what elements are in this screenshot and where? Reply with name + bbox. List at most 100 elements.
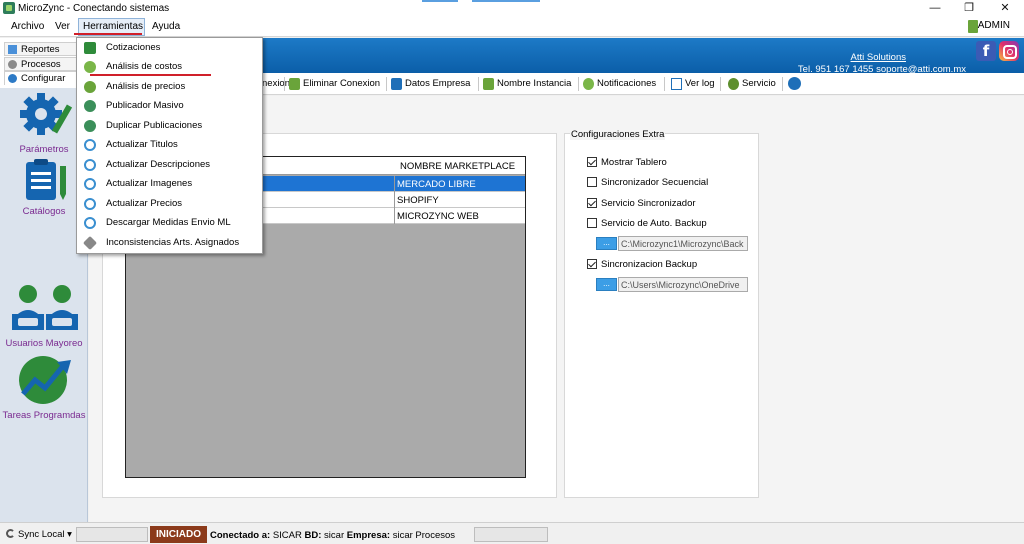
company-data-button[interactable]: Datos Empresa [391,76,470,92]
status-db-label: BD: [304,530,322,541]
delete-connection-button[interactable]: Eliminar Conexion [289,76,380,92]
menu-item-actualizar-titulos[interactable]: Actualizar Titulos [78,135,262,154]
table-cell: MICROZYNC WEB [397,211,479,222]
cost-analysis-icon [84,61,96,73]
notifications-button[interactable]: Notificaciones [583,76,656,92]
bell-icon [583,78,594,90]
service-button[interactable]: Servicio [728,76,776,92]
checkbox-sincronizacion-backup[interactable]: Sincronizacion Backup [587,259,697,270]
checkbox-sincronizador-secuencial[interactable]: Sincronizador Secuencial [587,177,708,188]
button-label: Nombre Instancia [497,78,572,89]
quote-icon [84,42,96,54]
menu-item-duplicar-publicaciones[interactable]: Duplicar Publicaciones [78,116,262,135]
toolbar-separator [782,77,783,91]
checkbox-box[interactable] [587,218,597,228]
menu-item-underline-mark [90,74,211,76]
close-button[interactable]: ✕ [988,0,1022,17]
tab-configurar[interactable]: Configurar [4,71,84,85]
menu-item-actualizar-imagenes[interactable]: Actualizar Imagenes [78,174,262,193]
checkbox-box[interactable] [587,259,597,269]
instance-icon [483,78,494,90]
toolbar-separator [478,77,479,91]
menu-item-publicador-masivo[interactable]: Publicador Masivo [78,96,262,115]
title-accent [472,0,540,2]
sync-backup-path-field[interactable]: C:\Users\Microzync\OneDrive [618,277,748,292]
trend-icon[interactable] [17,354,73,406]
menu-item-label: Descargar Medidas Envio ML [106,217,231,228]
checkbox-box[interactable] [587,177,597,187]
menu-item-cotizaciones[interactable]: Cotizaciones [78,38,262,57]
company-link[interactable]: Atti Solutions [851,52,906,63]
panel-parametros[interactable]: Parámetros [0,144,88,155]
browse-button[interactable]: ... [596,278,617,291]
button-label: Datos Empresa [405,78,471,89]
help-button[interactable] [788,76,801,92]
toolbar-separator [578,77,579,91]
toolbar-separator [664,77,665,91]
status-process: Procesos [415,530,456,541]
checkbox-label: Servicio Sincronizador [601,198,696,209]
menu-item-actualizar-descripciones[interactable]: Actualizar Descripciones [78,155,262,174]
left-tabs: Reportes Procesos Configurar [0,38,88,88]
refresh-icon [84,198,96,210]
view-log-button[interactable]: Ver log [671,76,715,92]
menu-item-label: Duplicar Publicaciones [106,120,203,131]
menu-item-label: Actualizar Descripciones [106,159,211,170]
title-bar: MicroZync - Conectando sistemas — ❐ ✕ [0,0,1024,17]
menu-item-inconsistencias[interactable]: Inconsistencias Arts. Asignados [78,233,262,252]
gear-icon[interactable] [17,90,73,142]
checkbox-label: Sincronizador Secuencial [601,177,709,188]
menu-item-label: Actualizar Titulos [106,139,178,150]
tab-procesos[interactable]: Procesos [4,57,80,71]
restore-button[interactable]: ❐ [952,0,986,17]
globe-icon [84,120,96,132]
menu-herramientas[interactable]: Herramientas [83,21,143,32]
checkbox-servicio-sincronizador[interactable]: Servicio Sincronizador [587,198,696,209]
status-field [76,527,148,542]
app-icon [3,2,15,14]
herramientas-dropdown: Cotizaciones Análisis de costos Análisis… [76,37,263,254]
instagram-icon[interactable] [999,41,1019,61]
panel-catalogos[interactable]: Catálogos [0,206,88,217]
tab-label: Configurar [21,73,66,84]
status-connected-label: Conectado a: [210,530,271,541]
panel-tareas-programadas[interactable]: Tareas Programdas [0,410,88,421]
checkbox-box[interactable] [587,157,597,167]
help-icon [788,77,801,90]
checkbox-auto-backup[interactable]: Servicio de Auto. Backup [587,218,707,229]
backup-path-field[interactable]: C:\Microzync1\Microzync\Back [618,236,748,251]
sync-dropdown[interactable]: Sync Local ▾ [6,529,72,540]
user-name[interactable]: ADMIN [978,20,1010,31]
facebook-icon[interactable]: f [976,41,996,61]
menu-ver[interactable]: Ver [55,21,70,32]
menu-archivo[interactable]: Archivo [11,21,44,32]
menu-item-descargar-medidas[interactable]: Descargar Medidas Envio ML [78,213,262,232]
panel-usuarios-mayoreo[interactable]: Usuarios Mayoreo [0,338,88,349]
tab-reportes[interactable]: Reportes [4,42,80,56]
status-db-value: sicar [324,530,345,541]
menu-bar: Archivo Ver Herramientas Ayuda ADMIN [0,17,1024,37]
checkbox-mostrar-tablero[interactable]: Mostrar Tablero [587,157,667,168]
checkbox-box[interactable] [587,198,597,208]
report-icon [8,45,17,54]
menu-ayuda[interactable]: Ayuda [152,21,180,32]
minimize-button[interactable]: — [918,0,952,17]
gear-icon [728,78,739,90]
menu-item-analisis-precios[interactable]: Análisis de precios [78,77,262,96]
browse-button[interactable]: ... [596,237,617,250]
instance-name-button[interactable]: Nombre Instancia [483,76,571,92]
column-header[interactable]: NOMBRE MARKETPLACE [400,161,515,172]
status-connected: Conectado a: SICAR BD: sicar Empresa: si… [210,530,455,541]
window-title: MicroZync - Conectando sistemas [18,3,170,14]
chevron-down-icon: ▾ [67,529,72,540]
status-company-label: Empresa: [346,530,391,541]
user-icon [968,20,978,33]
button-label: Eliminar Conexion [303,78,381,89]
users-icon[interactable] [10,284,80,334]
toolbar-conexion[interactable]: nexion [262,76,290,92]
clipboard-icon[interactable] [22,158,70,204]
left-panel: Parámetros Catálogos Usuarios Mayoreo Ta… [0,88,88,522]
menu-item-label: Cotizaciones [106,42,161,53]
menu-item-actualizar-precios[interactable]: Actualizar Precios [78,194,262,213]
delete-icon [289,78,300,90]
